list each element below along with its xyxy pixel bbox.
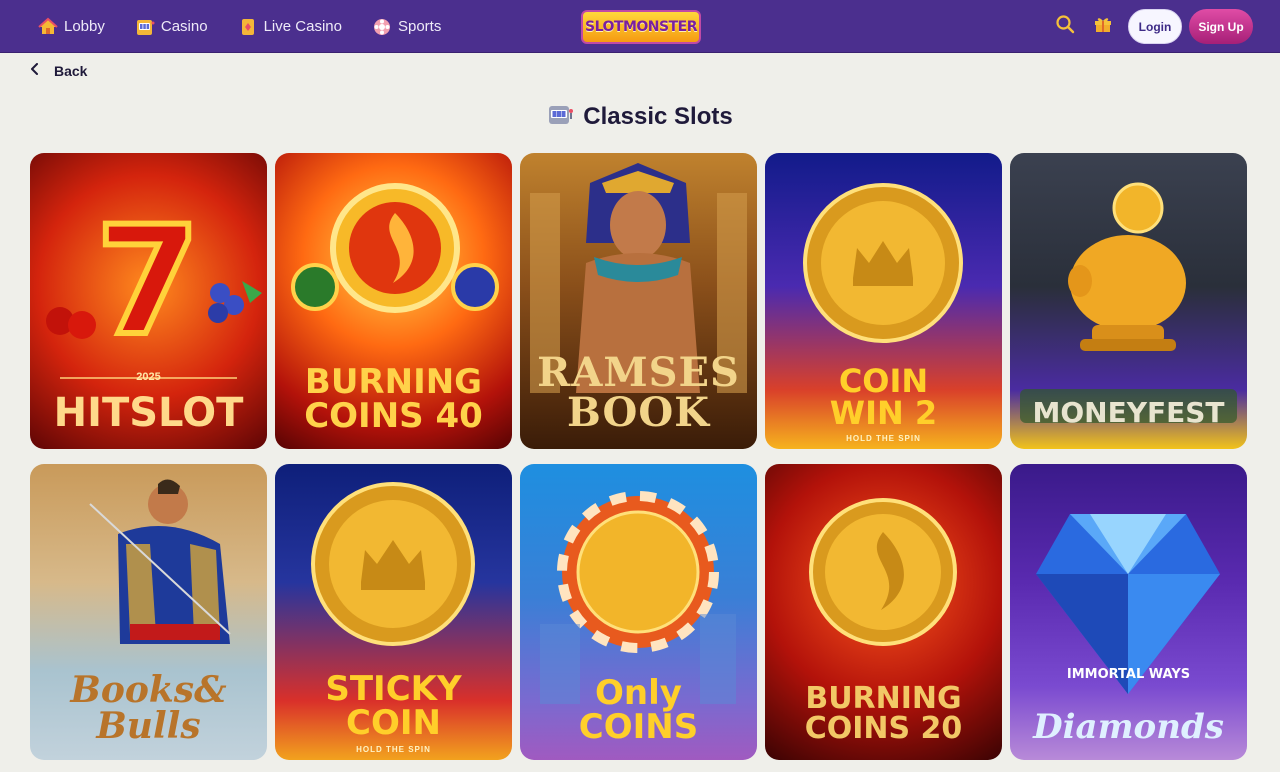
page-title: Classic Slots: [583, 103, 733, 130]
game-top-label: 2025: [136, 371, 161, 383]
home-icon: [38, 17, 58, 37]
game-title: HITSLOT: [53, 390, 244, 436]
nav-lobby-label: Lobby: [64, 18, 105, 35]
game-title: COIN WIN 2: [829, 362, 938, 432]
nav-live-casino-label: Live Casino: [263, 18, 342, 35]
main-nav: Lobby Casino Live Casino Sports: [38, 0, 441, 53]
slot-machine-icon: [135, 17, 155, 37]
playing-card-icon: [238, 17, 258, 37]
game-title: Diamonds: [1033, 707, 1224, 747]
game-title: Only COINS: [578, 673, 699, 747]
game-tile-only-coins[interactable]: Only COINS: [520, 464, 757, 760]
game-title: BURNING COINS 20: [804, 681, 963, 746]
gift-button[interactable]: [1084, 8, 1122, 46]
nav-casino[interactable]: Casino: [135, 17, 208, 37]
game-subtitle: HOLD THE SPIN: [846, 434, 921, 443]
game-tile-hitslot[interactable]: 7 2025 HITSLOT: [30, 153, 267, 449]
nav-live-casino[interactable]: Live Casino: [238, 17, 342, 37]
signup-button[interactable]: Sign Up: [1189, 9, 1253, 44]
game-top-label: IMMORTAL WAYS: [1066, 667, 1191, 682]
slot-machine-icon: [547, 103, 574, 132]
game-tile-ramses-book[interactable]: RAMSES BOOK: [520, 153, 757, 449]
nav-sports-label: Sports: [397, 18, 442, 35]
header-actions: Login Sign Up: [1046, 0, 1253, 53]
game-title: Books& Bulls: [70, 669, 227, 747]
search-icon: [1055, 14, 1075, 39]
svg-text:7: 7: [96, 195, 200, 369]
nav-lobby[interactable]: Lobby: [38, 17, 105, 37]
page-heading: Classic Slots: [0, 100, 1280, 134]
chevron-left-icon: [30, 62, 40, 80]
back-label: Back: [54, 63, 88, 79]
game-title: STICKY COIN: [325, 669, 462, 743]
nav-casino-label: Casino: [160, 18, 208, 35]
game-tile-immortal-ways-diamonds[interactable]: IMMORTAL WAYS Diamonds: [1010, 464, 1247, 760]
game-tile-moneyfest[interactable]: MONEYFEST: [1010, 153, 1247, 449]
game-tile-sticky-coin[interactable]: STICKY COIN HOLD THE SPIN: [275, 464, 512, 760]
game-tile-burning-coins-20[interactable]: BURNING COINS 20: [765, 464, 1002, 760]
gift-icon: [1093, 14, 1113, 39]
brand-logo[interactable]: SLOTMONSTER: [581, 10, 701, 44]
game-subtitle: HOLD THE SPIN: [356, 745, 431, 754]
sports-ball-icon: [372, 17, 392, 37]
search-button[interactable]: [1046, 8, 1084, 46]
back-link[interactable]: Back: [30, 61, 87, 81]
login-button[interactable]: Login: [1128, 9, 1182, 44]
game-tile-burning-coins-40[interactable]: BURNING COINS 40: [275, 153, 512, 449]
game-title: BURNING COINS 40: [304, 362, 483, 436]
brand-logo-text: SLOTMONSTER: [585, 19, 697, 35]
game-title: RAMSES BOOK: [537, 349, 740, 436]
game-tile-books-and-bulls[interactable]: Books& Bulls: [30, 464, 267, 760]
game-grid: 7 2025 HITSLOT BURNING COINS 40 RAMSES B…: [30, 153, 1250, 760]
top-navigation-bar: Lobby Casino Live Casino Sports SLOTMONS…: [0, 0, 1280, 53]
game-tile-coin-win-2[interactable]: COIN WIN 2 HOLD THE SPIN: [765, 153, 1002, 449]
game-title: MONEYFEST: [1032, 396, 1225, 429]
nav-sports[interactable]: Sports: [372, 17, 441, 37]
